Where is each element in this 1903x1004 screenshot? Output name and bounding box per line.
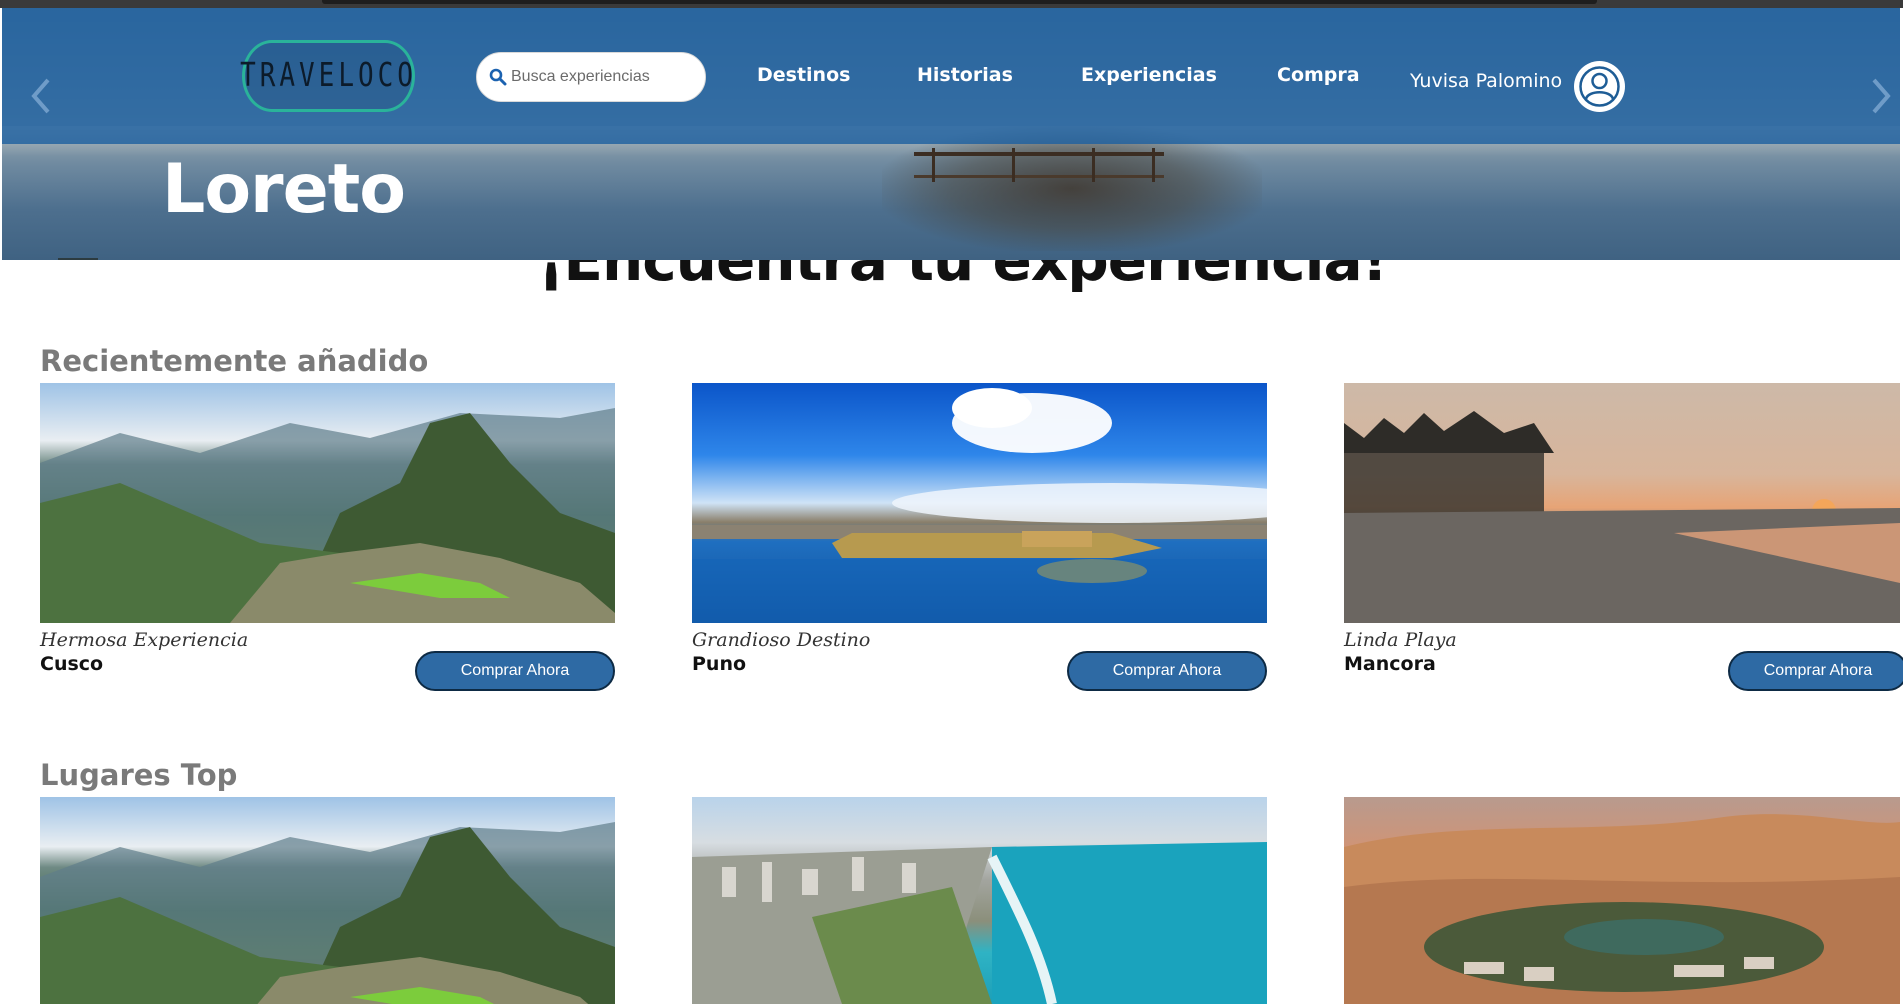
card-image-huacachina-oasis[interactable]: [1344, 797, 1900, 1004]
user-icon: [1579, 66, 1620, 107]
search-box[interactable]: [476, 52, 706, 102]
card-image-lima-coast[interactable]: [692, 797, 1267, 1004]
place-card: [692, 797, 1267, 1004]
nav-experiencias[interactable]: Experiencias: [1081, 64, 1217, 86]
browser-address-strip: [322, 0, 1597, 4]
place-card: [1344, 797, 1903, 1004]
card-subtitle: Linda Playa: [1344, 629, 1457, 651]
hero-reeds: [58, 246, 98, 260]
nav-compra[interactable]: Compra: [1277, 64, 1360, 86]
chevron-left-icon[interactable]: [30, 76, 52, 116]
card-subtitle: Hermosa Experiencia: [40, 629, 249, 651]
card-subtitle: Grandioso Destino: [692, 629, 871, 651]
hero-pier: [914, 152, 1164, 178]
avatar[interactable]: [1574, 61, 1625, 112]
buy-now-button[interactable]: Comprar Ahora: [1067, 651, 1267, 691]
chevron-right-icon[interactable]: [1870, 76, 1892, 116]
user-name[interactable]: Yuvisa Palomino: [1410, 70, 1562, 92]
card-image-lake-titicaca[interactable]: [692, 383, 1267, 623]
card-image-machu-picchu[interactable]: [40, 797, 615, 1004]
section-title-top-places: Lugares Top: [40, 758, 238, 792]
experience-card: Grandioso Destino Puno Comprar Ahora: [692, 383, 1267, 691]
hero-pier-post: [1152, 148, 1155, 182]
search-input[interactable]: [511, 68, 691, 86]
site-logo[interactable]: TRAVELOCO: [240, 40, 417, 112]
section-title-recent: Recientemente añadido: [40, 344, 429, 378]
hero-pier-post: [932, 148, 935, 182]
buy-now-button[interactable]: Comprar Ahora: [1728, 651, 1903, 691]
card-image-machu-picchu[interactable]: [40, 383, 615, 623]
experience-card: Linda Playa Mancora Comprar Ahora: [1344, 383, 1903, 691]
browser-top-strip: [0, 0, 1903, 8]
buy-now-button[interactable]: Comprar Ahora: [415, 651, 615, 691]
logo-text: TRAVELOCO: [240, 57, 417, 95]
hero-pier-reflection: [882, 126, 1262, 251]
search-icon: [489, 68, 507, 86]
experience-card: Hermosa Experiencia Cusco Comprar Ahora: [40, 383, 615, 691]
card-image-mancora-beach[interactable]: [1344, 383, 1900, 623]
nav-historias[interactable]: Historias: [917, 64, 1013, 86]
hero-pier-post: [1092, 148, 1095, 182]
hero-title: Loreto: [162, 150, 406, 229]
nav-destinos[interactable]: Destinos: [757, 64, 850, 86]
hero-pier-post: [1012, 148, 1015, 182]
place-card: [40, 797, 615, 1004]
